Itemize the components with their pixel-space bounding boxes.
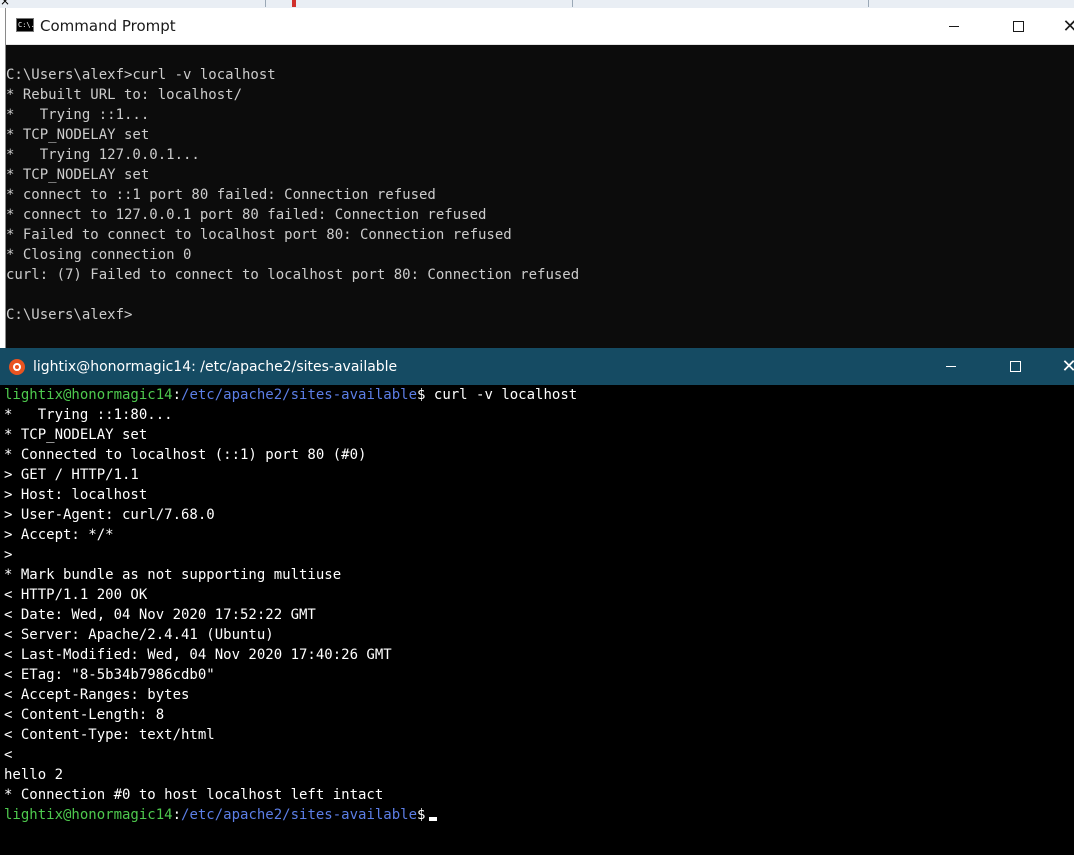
prompt-user-host: lightix@honormagic14 <box>4 807 173 823</box>
terminal-output-line: * Trying ::1:80... <box>4 407 173 423</box>
terminal-output-line: > GET / HTTP/1.1 <box>4 467 139 483</box>
cmd-output-line: * connect to 127.0.0.1 port 80 failed: C… <box>6 207 487 223</box>
cmd-output-line: curl: (7) Failed to connect to localhost… <box>6 267 580 283</box>
terminal-output-line: < <box>4 747 13 763</box>
prompt-symbol: $ <box>417 807 426 823</box>
prompt-path: /etc/apache2/sites-available <box>181 387 418 403</box>
cmd-maximize-button[interactable] <box>995 8 1041 44</box>
terminal-output-line: < ETag: "8-5b34b7986cdb0" <box>4 667 215 683</box>
background-close-icon[interactable]: × <box>0 0 10 8</box>
cmd-output-line: * Failed to connect to localhost port 80… <box>6 227 512 243</box>
ubuntu-maximize-button[interactable] <box>992 348 1038 385</box>
terminal-output-line: * Mark bundle as not supporting multiuse <box>4 567 342 583</box>
prompt-separator: : <box>172 387 182 403</box>
ubuntu-terminal-window[interactable]: lightix@honormagic14: /etc/apache2/sites… <box>0 348 1074 855</box>
cmd-output-line: C:\Users\alexf> <box>6 307 133 323</box>
ubuntu-logo-icon <box>9 359 25 375</box>
typed-command: curl -v localhost <box>425 387 578 403</box>
terminal-output-line: * Connection #0 to host localhost left i… <box>4 787 384 803</box>
tab-divider <box>868 0 869 7</box>
terminal-output-line: > User-Agent: curl/7.68.0 <box>4 507 215 523</box>
cmd-output-line: * Closing connection 0 <box>6 247 192 263</box>
cmd-titlebar[interactable]: C:\. Command Prompt ✕ <box>6 8 1074 45</box>
ubuntu-minimize-button[interactable] <box>928 348 974 385</box>
prompt-path: /etc/apache2/sites-available <box>181 807 418 823</box>
terminal-output-line: < Content-Length: 8 <box>4 707 165 723</box>
cmd-terminal-output[interactable]: C:\Users\alexf>curl -v localhost * Rebui… <box>6 45 1074 325</box>
cmd-output-line: * TCP_NODELAY set <box>6 127 150 143</box>
cmd-close-button[interactable]: ✕ <box>1047 8 1074 44</box>
terminal-output-line: < Content-Type: text/html <box>4 727 215 743</box>
terminal-output-line: < Date: Wed, 04 Nov 2020 17:52:22 GMT <box>4 607 316 623</box>
terminal-output-line: < Accept-Ranges: bytes <box>4 687 190 703</box>
cmd-output-line: * Trying 127.0.0.1... <box>6 147 200 163</box>
terminal-output-line: > <box>4 547 13 563</box>
prompt-separator: : <box>172 807 182 823</box>
terminal-output-line: > Accept: */* <box>4 527 114 543</box>
cmd-minimize-button[interactable] <box>931 8 977 44</box>
cmd-app-icon: C:\. <box>16 18 35 32</box>
terminal-output-line: < Server: Apache/2.4.41 (Ubuntu) <box>4 627 274 643</box>
ubuntu-output-lines: * Trying ::1:80... * TCP_NODELAY set * C… <box>4 407 392 803</box>
cmd-output-line: * Trying ::1... <box>6 107 150 123</box>
tab-divider <box>572 0 573 7</box>
text-cursor <box>429 817 438 821</box>
terminal-output-line: < Last-Modified: Wed, 04 Nov 2020 17:40:… <box>4 647 392 663</box>
terminal-output-line: * Connected to localhost (::1) port 80 (… <box>4 447 367 463</box>
tab-divider <box>265 0 266 7</box>
command-prompt-window[interactable]: C:\. Command Prompt ✕ C:\Users\alexf>cur… <box>5 8 1074 348</box>
ubuntu-close-button[interactable]: ✕ <box>1046 348 1074 385</box>
ubuntu-terminal-output[interactable]: lightix@honormagic14:/etc/apache2/sites-… <box>0 385 1074 825</box>
cmd-output-line: * connect to ::1 port 80 failed: Connect… <box>6 187 436 203</box>
prompt-line: lightix@honormagic14:/etc/apache2/sites-… <box>4 387 577 403</box>
terminal-output-line: < HTTP/1.1 200 OK <box>4 587 148 603</box>
prompt-user-host: lightix@honormagic14 <box>4 387 173 403</box>
cmd-output-line: * Rebuilt URL to: localhost/ <box>6 87 243 103</box>
terminal-output-line: > Host: localhost <box>4 487 148 503</box>
prompt-line-current[interactable]: lightix@honormagic14:/etc/apache2/sites-… <box>4 807 438 823</box>
background-tab-icon <box>292 0 296 7</box>
ubuntu-titlebar[interactable]: lightix@honormagic14: /etc/apache2/sites… <box>0 348 1074 385</box>
cmd-output-line: C:\Users\alexf>curl -v localhost <box>6 67 276 83</box>
terminal-output-line: * TCP_NODELAY set <box>4 427 148 443</box>
ubuntu-window-title: lightix@honormagic14: /etc/apache2/sites… <box>33 359 398 375</box>
terminal-output-line: hello 2 <box>4 767 64 783</box>
cmd-window-title: Command Prompt <box>40 17 176 35</box>
cmd-output-line: * TCP_NODELAY set <box>6 167 150 183</box>
